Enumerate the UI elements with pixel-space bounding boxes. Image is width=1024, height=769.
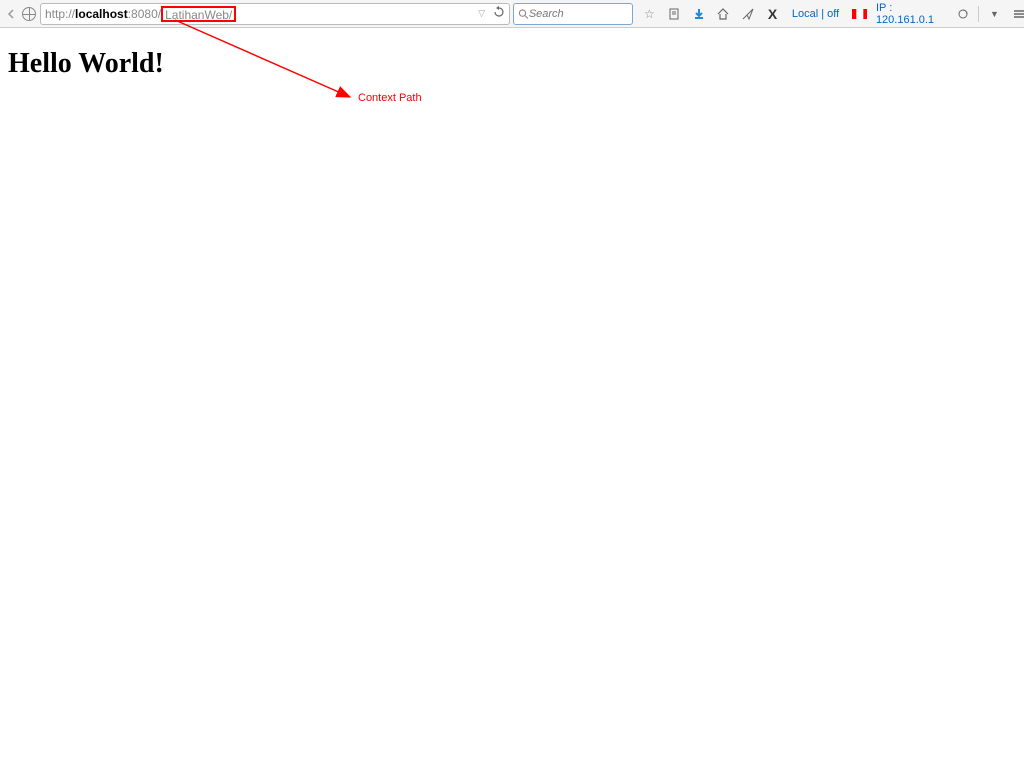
annotation-label: Context Path: [358, 92, 422, 104]
annotation-arrow: [0, 0, 1024, 200]
